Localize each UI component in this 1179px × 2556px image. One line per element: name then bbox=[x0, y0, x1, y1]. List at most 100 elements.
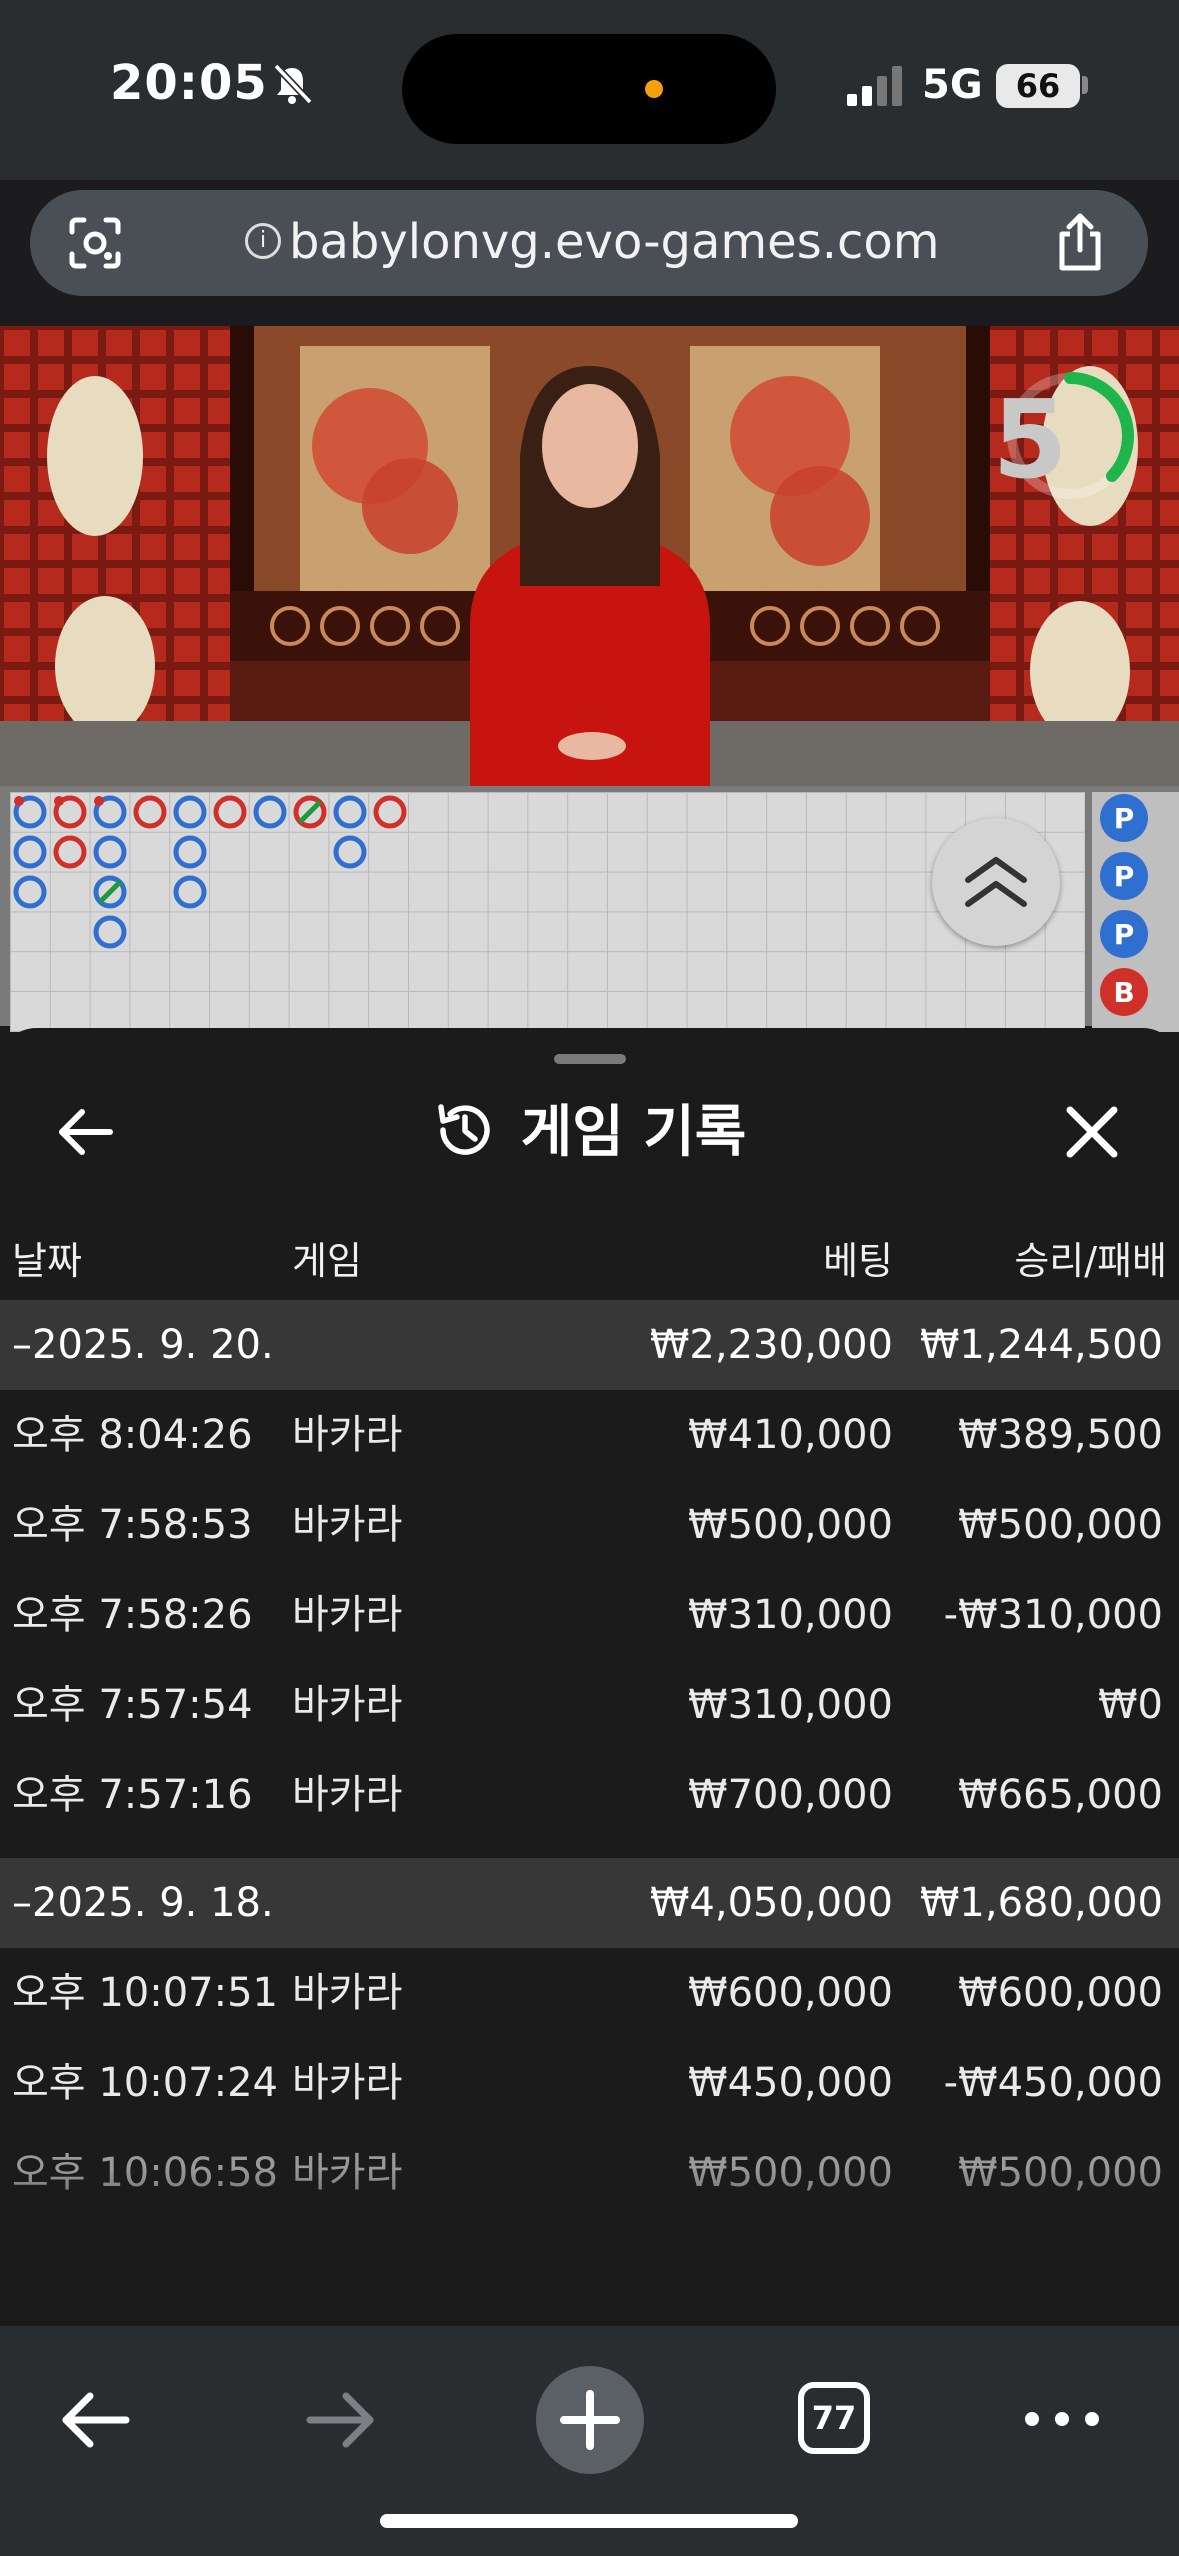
list-fade-overlay bbox=[0, 2168, 1179, 2328]
bead-label: P bbox=[1114, 802, 1135, 835]
status-time: 20:05 bbox=[110, 55, 268, 111]
table-row[interactable]: 오후 10:07:51 바카라 ₩600,000 ₩600,000 bbox=[0, 1948, 1179, 2038]
battery-level: 66 bbox=[996, 64, 1080, 108]
table-row[interactable]: 오후 7:57:16 바카라 ₩700,000 ₩665,000 bbox=[0, 1750, 1179, 1840]
column-bet: 베팅 bbox=[823, 1239, 893, 1283]
row-winloss: ₩0 bbox=[1098, 1682, 1163, 1728]
status-bar: 20:05 5G 66 bbox=[0, 0, 1179, 180]
url-text[interactable]: i babylonvg.evo-games.com bbox=[245, 212, 985, 272]
group-date: –2025. 9. 18. bbox=[12, 1880, 274, 1926]
row-bet: ₩600,000 bbox=[688, 1970, 893, 2016]
address-bar[interactable]: i babylonvg.evo-games.com bbox=[30, 190, 1148, 296]
road-mark bbox=[333, 795, 367, 829]
row-time: 오후 7:58:26 bbox=[12, 1592, 253, 1638]
row-bet: ₩700,000 bbox=[688, 1772, 893, 1818]
more-icon[interactable] bbox=[1020, 2404, 1104, 2434]
row-time: 오후 10:07:24 bbox=[12, 2060, 278, 2106]
row-bet: ₩310,000 bbox=[688, 1592, 893, 1638]
expand-roads-button[interactable] bbox=[932, 818, 1060, 946]
group-bet-total: ₩4,050,000 bbox=[649, 1880, 893, 1926]
road-mark bbox=[333, 835, 367, 869]
column-winloss: 승리/패배 bbox=[1014, 1239, 1167, 1283]
date-group-row[interactable]: –2025. 9. 18. ₩4,050,000 ₩1,680,000 bbox=[0, 1858, 1179, 1948]
row-time: 오후 7:57:16 bbox=[12, 1772, 253, 1818]
road-mark bbox=[133, 795, 167, 829]
big-road-markers bbox=[13, 795, 407, 949]
table-row[interactable]: 오후 7:58:26 바카라 ₩310,000 -₩310,000 bbox=[0, 1570, 1179, 1660]
bell-slash-icon bbox=[273, 63, 313, 105]
big-road-grid bbox=[10, 792, 1085, 1032]
row-bet: ₩450,000 bbox=[688, 2060, 893, 2106]
live-dealer-video[interactable]: 5 bbox=[0, 326, 1179, 786]
close-icon[interactable] bbox=[1060, 1100, 1124, 1164]
road-mark bbox=[373, 795, 407, 829]
road-mark bbox=[173, 795, 207, 829]
row-bet: ₩310,000 bbox=[688, 1682, 893, 1728]
row-game: 바카라 bbox=[292, 1502, 403, 1548]
row-winloss: ₩500,000 bbox=[958, 1502, 1163, 1548]
bead-label: P bbox=[1114, 860, 1135, 893]
bead-road-markers: P P P B bbox=[1100, 794, 1148, 1016]
history-icon bbox=[437, 1104, 490, 1155]
url-label: babylonvg.evo-games.com bbox=[289, 214, 940, 270]
table-row[interactable]: 오후 10:07:24 바카라 ₩450,000 -₩450,000 bbox=[0, 2038, 1179, 2128]
table-header: 날짜 게임 베팅 승리/패배 bbox=[0, 1218, 1179, 1288]
row-winloss: ₩389,500 bbox=[958, 1412, 1163, 1458]
info-icon[interactable]: i bbox=[245, 223, 281, 259]
group-date: –2025. 9. 20. bbox=[12, 1322, 274, 1368]
group-winloss-total: ₩1,680,000 bbox=[919, 1880, 1163, 1926]
bead-label: B bbox=[1113, 976, 1134, 1009]
row-bet: ₩500,000 bbox=[688, 1502, 893, 1548]
dynamic-island bbox=[402, 34, 776, 144]
date-group-row[interactable]: –2025. 9. 20. ₩2,230,000 ₩1,244,500 bbox=[0, 1300, 1179, 1390]
sheet-title-text: 게임 기록 bbox=[520, 1100, 747, 1165]
table-row[interactable]: 오후 7:57:54 바카라 ₩310,000 ₩0 bbox=[0, 1660, 1179, 1750]
sheet-grabber[interactable] bbox=[554, 1054, 626, 1064]
row-winloss: -₩450,000 bbox=[943, 2060, 1163, 2106]
forward-icon[interactable] bbox=[302, 2382, 378, 2458]
road-mark bbox=[13, 875, 47, 909]
countdown-number: 5 bbox=[992, 378, 1068, 503]
battery-cap bbox=[1082, 76, 1088, 94]
row-game: 바카라 bbox=[292, 1970, 403, 2016]
sheet-title: 게임 기록 bbox=[0, 1093, 1179, 1173]
mic-indicator bbox=[645, 80, 663, 98]
road-mark bbox=[93, 835, 127, 869]
game-history-sheet: 게임 기록 날짜 게임 베팅 승리/패배 –2025. 9. 20. ₩2,23… bbox=[0, 1028, 1179, 2328]
row-game: 바카라 bbox=[292, 2060, 403, 2106]
row-game: 바카라 bbox=[292, 1682, 403, 1728]
home-indicator[interactable] bbox=[380, 2514, 798, 2528]
network-type: 5G bbox=[922, 62, 983, 108]
row-winloss: ₩600,000 bbox=[958, 1970, 1163, 2016]
row-bet: ₩410,000 bbox=[688, 1412, 893, 1458]
road-mark bbox=[93, 915, 127, 949]
road-mark bbox=[173, 835, 207, 869]
row-game: 바카라 bbox=[292, 1592, 403, 1638]
row-game: 바카라 bbox=[292, 1772, 403, 1818]
road-mark bbox=[173, 875, 207, 909]
road-mark bbox=[253, 795, 287, 829]
share-icon[interactable] bbox=[1052, 212, 1108, 272]
column-date: 날짜 bbox=[12, 1239, 82, 1283]
row-time: 오후 7:58:53 bbox=[12, 1502, 253, 1548]
new-tab-button[interactable] bbox=[536, 2366, 644, 2474]
tabs-icon[interactable]: 77 bbox=[798, 2382, 870, 2454]
row-winloss: ₩665,000 bbox=[958, 1772, 1163, 1818]
group-bet-total: ₩2,230,000 bbox=[649, 1322, 893, 1368]
bead-label: P bbox=[1114, 918, 1135, 951]
row-game: 바카라 bbox=[292, 1412, 403, 1458]
group-winloss-total: ₩1,244,500 bbox=[919, 1322, 1163, 1368]
row-time: 오후 10:07:51 bbox=[12, 1970, 278, 2016]
road-mark bbox=[13, 835, 47, 869]
bead-road-column: P P P B bbox=[1092, 792, 1179, 1032]
road-mark bbox=[53, 835, 87, 869]
row-time: 오후 7:57:54 bbox=[12, 1682, 253, 1728]
column-game: 게임 bbox=[292, 1239, 362, 1283]
road-mark bbox=[213, 795, 247, 829]
signal-icon bbox=[847, 66, 902, 106]
table-row[interactable]: 오후 7:58:53 바카라 ₩500,000 ₩500,000 bbox=[0, 1480, 1179, 1570]
lens-icon[interactable] bbox=[66, 214, 124, 272]
back-icon[interactable] bbox=[58, 2382, 134, 2458]
row-winloss: -₩310,000 bbox=[943, 1592, 1163, 1638]
table-row[interactable]: 오후 8:04:26 바카라 ₩410,000 ₩389,500 bbox=[0, 1390, 1179, 1480]
